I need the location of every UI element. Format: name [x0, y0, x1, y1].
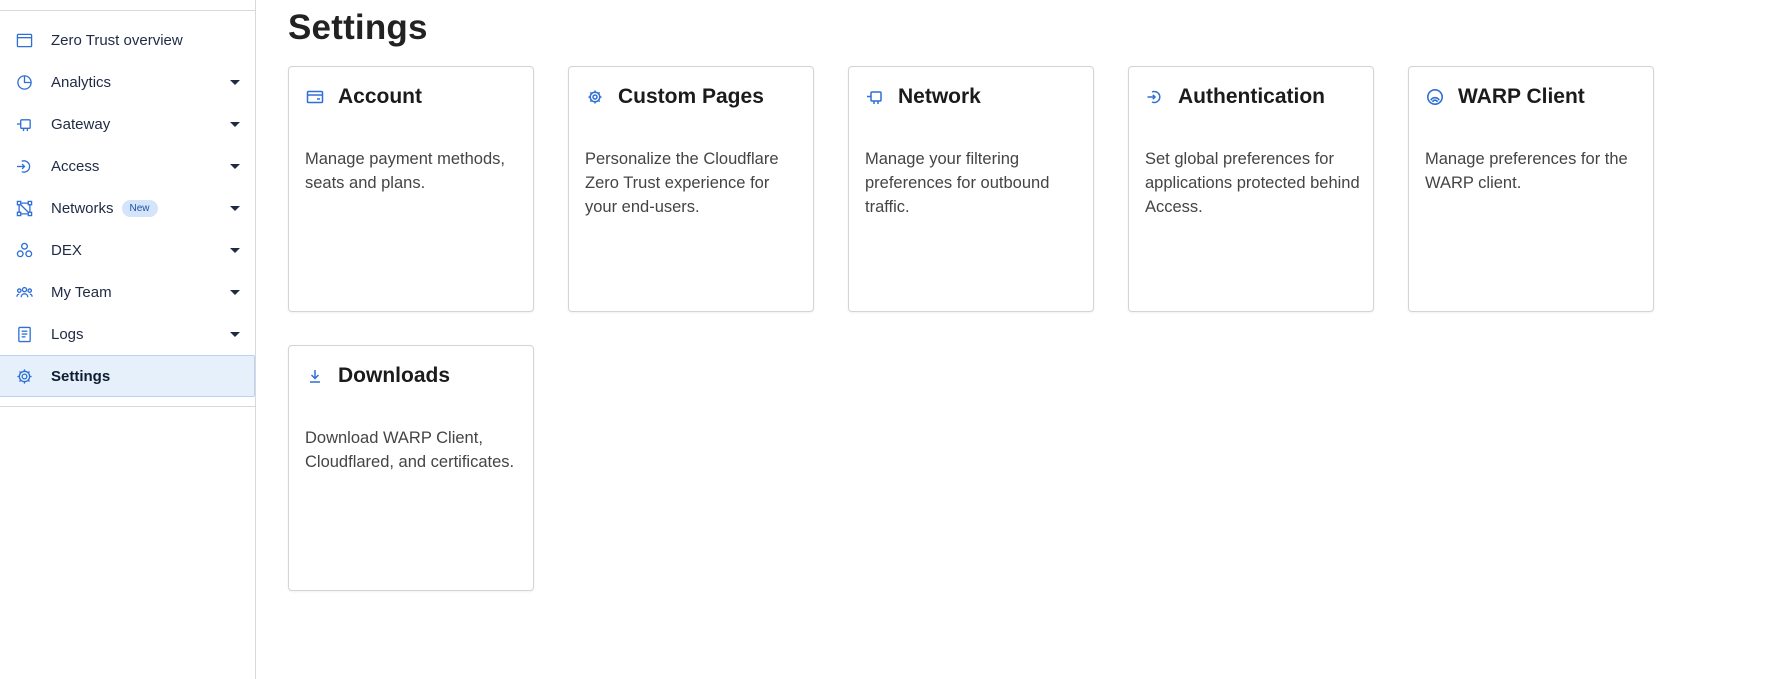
network-icon — [865, 87, 885, 107]
sidebar-divider-bottom — [0, 406, 255, 407]
browser-window-icon — [14, 30, 34, 50]
settings-card-authentication[interactable]: Authentication Set global preferences fo… — [1128, 66, 1374, 312]
chevron-down-icon[interactable] — [230, 332, 240, 337]
gear-icon — [14, 366, 34, 386]
gateway-icon — [14, 114, 34, 134]
dex-icon — [14, 240, 34, 260]
card-header: Account — [305, 85, 422, 109]
sidebar-nav: Zero Trust overview Analytics Gateway Ac… — [0, 19, 255, 397]
sidebar-item-label: My Team — [51, 283, 112, 301]
card-header: Network — [865, 85, 981, 109]
team-icon — [14, 282, 34, 302]
settings-card-downloads[interactable]: Downloads Download WARP Client, Cloudfla… — [288, 345, 534, 591]
new-badge: New — [121, 199, 158, 217]
chevron-down-icon[interactable] — [230, 122, 240, 127]
pie-chart-icon — [14, 72, 34, 92]
sidebar-item-label: Access — [51, 157, 100, 175]
sidebar-item-label: Analytics — [51, 73, 112, 91]
card-description: Download WARP Client, Cloudflared, and c… — [305, 429, 515, 471]
network-nodes-icon — [14, 198, 34, 218]
sidebar-item-zero-trust-overview[interactable]: Zero Trust overview — [0, 19, 255, 61]
gear-icon — [585, 87, 605, 107]
sidebar-divider-top — [0, 10, 255, 11]
settings-card-network[interactable]: Network Manage your filtering preference… — [848, 66, 1094, 312]
settings-card-warp-client[interactable]: WARP Client Manage preferences for the W… — [1408, 66, 1654, 312]
card-title: Custom Pages — [618, 85, 764, 108]
card-header: Downloads — [305, 364, 450, 388]
card-description: Manage your filtering preferences for ou… — [865, 150, 1050, 216]
card-description: Manage preferences for the WARP client. — [1425, 150, 1628, 192]
card-title: WARP Client — [1458, 85, 1585, 108]
access-icon — [14, 156, 34, 176]
settings-card-account[interactable]: Account Manage payment methods, seats an… — [288, 66, 534, 312]
sidebar-item-label: Settings — [51, 367, 111, 385]
card-description: Set global preferences for applications … — [1145, 150, 1360, 216]
download-icon — [305, 366, 325, 386]
sidebar-item-networks[interactable]: Networks New — [0, 187, 255, 229]
sidebar-item-logs[interactable]: Logs — [0, 313, 255, 355]
sidebar-item-label: Zero Trust overview — [51, 31, 183, 49]
sidebar-item-my-team[interactable]: My Team — [0, 271, 255, 313]
chevron-down-icon[interactable] — [230, 290, 240, 295]
sidebar: Zero Trust overview Analytics Gateway Ac… — [0, 0, 256, 679]
sidebar-item-analytics[interactable]: Analytics — [0, 61, 255, 103]
sidebar-item-settings[interactable]: Settings — [0, 355, 255, 397]
sidebar-item-label: Networks — [51, 199, 114, 217]
sidebar-item-label: Logs — [51, 325, 84, 343]
settings-card-custom-pages[interactable]: Custom Pages Personalize the Cloudflare … — [568, 66, 814, 312]
warp-icon — [1425, 87, 1445, 107]
chevron-down-icon[interactable] — [230, 164, 240, 169]
chevron-down-icon[interactable] — [230, 248, 240, 253]
authentication-icon — [1145, 87, 1165, 107]
page-title: Settings — [288, 8, 428, 47]
sidebar-item-dex[interactable]: DEX — [0, 229, 255, 271]
chevron-down-icon[interactable] — [230, 80, 240, 85]
card-title: Account — [338, 85, 422, 108]
credit-card-icon — [305, 87, 325, 107]
card-title: Network — [898, 85, 981, 108]
card-header: WARP Client — [1425, 85, 1585, 109]
sidebar-item-gateway[interactable]: Gateway — [0, 103, 255, 145]
sidebar-item-access[interactable]: Access — [0, 145, 255, 187]
card-description: Personalize the Cloudflare Zero Trust ex… — [585, 150, 779, 216]
sidebar-item-label: DEX — [51, 241, 82, 259]
chevron-down-icon[interactable] — [230, 206, 240, 211]
card-title: Authentication — [1178, 85, 1325, 108]
main-content: Settings Account Manage payment methods,… — [256, 0, 1779, 679]
card-header: Authentication — [1145, 85, 1325, 109]
card-header: Custom Pages — [585, 85, 764, 109]
card-description: Manage payment methods, seats and plans. — [305, 150, 505, 192]
sidebar-item-label: Gateway — [51, 115, 111, 133]
card-title: Downloads — [338, 364, 451, 387]
logs-icon — [14, 324, 34, 344]
